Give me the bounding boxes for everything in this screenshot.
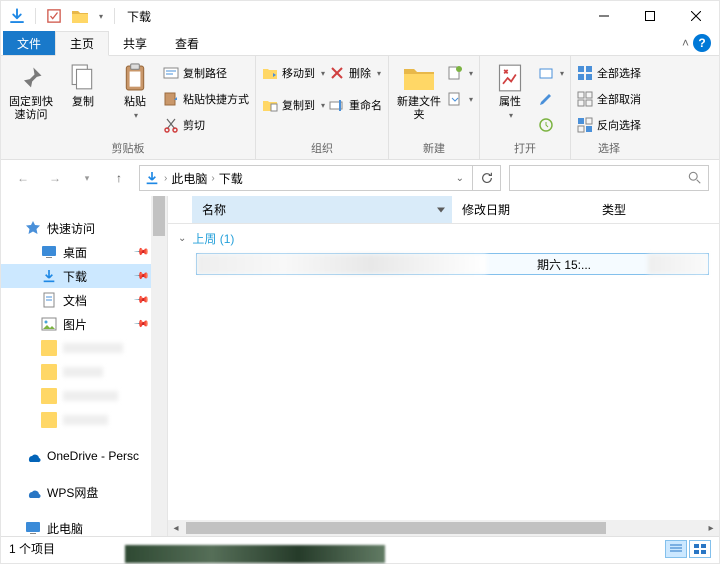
easy-access-button[interactable]: ▾ [447,88,473,110]
nav-pictures[interactable]: 图片📌 [1,312,167,336]
file-date: 期六 15:... [537,256,591,273]
rename-button[interactable]: 重命名 [329,94,382,116]
maximize-button[interactable] [627,1,673,31]
group-label-select: 选择 [598,137,620,159]
nav-back-button[interactable]: ← [11,166,35,190]
cut-button[interactable]: 剪切 [163,114,249,136]
tab-view[interactable]: 查看 [161,31,213,55]
group-label-organize: 组织 [311,137,333,159]
column-header-date[interactable]: 修改日期 [452,196,592,223]
nav-onedrive[interactable]: OneDrive - Persc [1,444,167,468]
chevron-down-icon: ⌄ [178,233,186,244]
ribbon: 固定到快速访问 复制 粘贴 ▾ 复制路径 粘贴快捷方式 [1,56,719,160]
nav-scrollbar[interactable] [151,196,167,536]
delete-button[interactable]: 删除▾ [329,62,382,84]
search-icon [688,171,702,185]
paste-button[interactable]: 粘贴 ▾ [111,62,159,121]
nav-recent-dropdown[interactable]: ▾ [75,166,99,190]
qat-dropdown-icon[interactable]: ▾ [94,4,108,28]
ribbon-group-new: 新建文件夹 ▾ ▾ 新建 [389,56,480,159]
select-none-button[interactable]: 全部取消 [577,88,641,110]
pin-to-quick-access-button[interactable]: 固定到快速访问 [7,62,55,122]
group-label-clipboard: 剪贴板 [112,137,145,159]
new-item-button[interactable]: ▾ [447,62,473,84]
group-label-open: 打开 [514,137,536,159]
ribbon-group-select: 全部选择 全部取消 反向选择 选择 [571,56,647,159]
title-bar: ▾ 下载 [1,1,719,31]
nav-folder-2[interactable] [1,360,167,384]
background-image-strip [125,545,385,563]
column-header-type[interactable]: 类型 [592,196,719,223]
qat-down-arrow-icon[interactable] [5,4,29,28]
edit-button[interactable] [538,88,564,110]
properties-button[interactable]: 属性 ▾ [486,62,534,121]
refresh-button[interactable] [473,165,501,191]
ribbon-group-organize: 移动到▾ 复制到▾ 删除▾ 重命名 组织 [256,56,389,159]
column-header-name[interactable]: 名称 [192,196,452,223]
nav-up-button[interactable]: ↑ [107,166,131,190]
history-button[interactable] [538,114,564,136]
paste-shortcut-button[interactable]: 粘贴快捷方式 [163,88,249,110]
address-row: ← → ▾ ↑ › 此电脑 › 下载 ⌄ [1,160,719,196]
view-details-button[interactable] [665,540,687,558]
group-label-new: 新建 [423,137,445,159]
nav-forward-button[interactable]: → [43,166,67,190]
search-input[interactable] [509,165,709,191]
group-header[interactable]: ⌄ 上周 (1) [168,224,719,253]
view-icons-button[interactable] [689,540,711,558]
nav-this-pc[interactable]: 此电脑 [1,516,167,536]
nav-desktop[interactable]: 桌面📌 [1,240,167,264]
navigation-pane: 快速访问 桌面📌 下载📌 文档📌 图片📌 OneDrive - Persc [1,196,167,536]
qat-properties-icon[interactable] [42,4,66,28]
nav-folder-3[interactable] [1,384,167,408]
new-folder-button[interactable]: 新建文件夹 [395,62,443,122]
ribbon-group-open: 属性 ▾ ▾ 打开 [480,56,571,159]
copy-button[interactable]: 复制 [59,62,107,109]
nav-documents[interactable]: 文档📌 [1,288,167,312]
nav-downloads[interactable]: 下载📌 [1,264,167,288]
breadcrumb-folder[interactable]: 下载 [219,170,243,187]
invert-selection-button[interactable]: 反向选择 [577,114,641,136]
tab-file[interactable]: 文件 [3,31,55,55]
content-scrollbar[interactable]: ◂▸ [168,520,719,536]
ribbon-group-clipboard: 固定到快速访问 复制 粘贴 ▾ 复制路径 粘贴快捷方式 [1,56,256,159]
file-list: 名称 修改日期 类型 ⌄ 上周 (1) 期六 15:... ◂▸ [167,196,719,536]
tab-home[interactable]: 主页 [55,31,109,56]
address-dropdown-icon[interactable]: ⌄ [452,173,468,184]
ribbon-collapse-icon[interactable]: ˄ [682,36,689,50]
nav-folder-4[interactable] [1,408,167,432]
open-button[interactable]: ▾ [538,62,564,84]
breadcrumb-root[interactable]: 此电脑 [171,170,207,187]
copy-path-button[interactable]: 复制路径 [163,62,249,84]
address-bar[interactable]: › 此电脑 › 下载 ⌄ [139,165,473,191]
nav-quick-access[interactable]: 快速访问 [1,216,167,240]
copy-to-button[interactable]: 复制到▾ [262,94,325,116]
help-icon[interactable]: ? [693,34,711,52]
move-to-button[interactable]: 移动到▾ [262,62,325,84]
nav-wps[interactable]: WPS网盘 [1,480,167,504]
tab-share[interactable]: 共享 [109,31,161,55]
nav-folder-1[interactable] [1,336,167,360]
minimize-button[interactable] [581,1,627,31]
file-row[interactable]: 期六 15:... [196,253,709,275]
ribbon-tabs: 文件 主页 共享 查看 ˄ ? [1,31,719,56]
window-title: 下载 [127,8,151,25]
qat-folder-icon[interactable] [68,4,92,28]
close-button[interactable] [673,1,719,31]
status-text: 1 个项目 [9,540,55,557]
select-all-button[interactable]: 全部选择 [577,62,641,84]
